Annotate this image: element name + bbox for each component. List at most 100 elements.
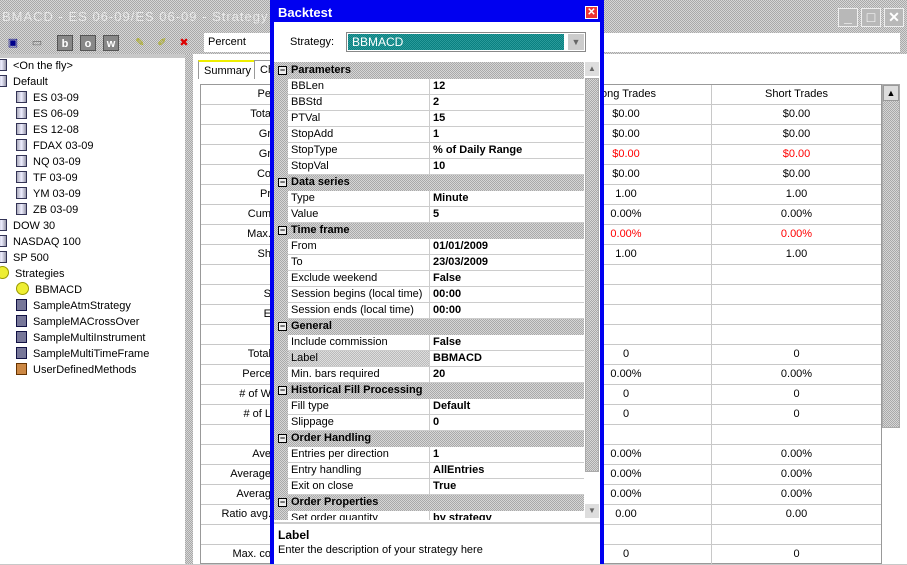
collapse-icon[interactable]: − — [278, 178, 287, 187]
grid-category[interactable]: − Order Properties — [274, 495, 584, 511]
property-value[interactable]: Minute — [430, 191, 584, 207]
property-value[interactable]: False — [430, 335, 584, 351]
delete-strategy-icon[interactable]: ✖ — [176, 35, 192, 51]
property-value[interactable]: 15 — [430, 111, 584, 127]
tree-item[interactable]: NQ 03-09 — [16, 154, 81, 170]
table-scrollbar[interactable]: ▲ — [882, 84, 900, 428]
grid-property[interactable]: BBLen 12 — [274, 79, 584, 95]
tree-item[interactable]: ES 06-09 — [16, 106, 79, 122]
grid-property[interactable]: Type Minute — [274, 191, 584, 207]
property-value[interactable]: 00:00 — [430, 303, 584, 319]
tree-item[interactable]: NASDAQ 100 — [0, 234, 81, 250]
o-button[interactable]: o — [80, 35, 96, 51]
property-value[interactable]: 1 — [430, 447, 584, 463]
tab-summary[interactable]: Summary — [198, 60, 258, 79]
grid-category[interactable]: − General — [274, 319, 584, 335]
grid-property[interactable]: Entries per direction 1 — [274, 447, 584, 463]
property-value[interactable]: AllEntries — [430, 463, 584, 479]
property-value[interactable]: BBMACD — [430, 351, 584, 367]
grid-scrollbar[interactable]: ▲ ▼ — [584, 62, 600, 520]
tree-item[interactable]: <On the fly> — [0, 58, 73, 74]
grid-property[interactable]: Include commission False — [274, 335, 584, 351]
property-value[interactable]: True — [430, 479, 584, 495]
tree-item[interactable]: SampleMultiInstrument — [16, 330, 146, 346]
save-icon[interactable]: ▣ — [5, 35, 21, 51]
property-value[interactable]: Default — [430, 399, 584, 415]
scroll-up-icon[interactable]: ▲ — [585, 62, 599, 76]
b-button[interactable]: b — [57, 35, 73, 51]
grid-property[interactable]: Entry handling AllEntries — [274, 463, 584, 479]
collapse-icon[interactable]: − — [278, 66, 287, 75]
chevron-down-icon[interactable]: ▼ — [568, 34, 584, 50]
property-value[interactable]: 00:00 — [430, 287, 584, 303]
property-value[interactable]: 01/01/2009 — [430, 239, 584, 255]
grid-property[interactable]: StopAdd 1 — [274, 127, 584, 143]
tree-item[interactable]: FDAX 03-09 — [16, 138, 94, 154]
column-header[interactable]: Short Trades — [711, 85, 881, 105]
tree-item[interactable]: Strategies — [0, 266, 65, 282]
grid-property[interactable]: StopVal 10 — [274, 159, 584, 175]
grid-category[interactable]: − Data series — [274, 175, 584, 191]
tree-item[interactable]: ZB 03-09 — [16, 202, 78, 218]
scroll-thumb[interactable] — [585, 78, 599, 472]
grid-property[interactable]: Label BBMACD — [274, 351, 584, 367]
property-value[interactable]: 1 — [430, 127, 584, 143]
grid-property[interactable]: Set order quantity by strategy — [274, 511, 584, 520]
property-value[interactable]: 0 — [430, 415, 584, 431]
scroll-up-icon[interactable]: ▲ — [883, 85, 899, 101]
grid-category[interactable]: − Parameters — [274, 63, 584, 79]
tree-item[interactable]: ES 03-09 — [16, 90, 79, 106]
property-value[interactable]: 23/03/2009 — [430, 255, 584, 271]
collapse-icon[interactable]: − — [278, 386, 287, 395]
tree-item[interactable]: DOW 30 — [0, 218, 55, 234]
tree-item[interactable]: Default — [0, 74, 48, 90]
strategy-select[interactable]: BBMACD ▼ — [346, 32, 586, 52]
grid-property[interactable]: Session begins (local time) 00:00 — [274, 287, 584, 303]
splitter[interactable] — [185, 54, 193, 564]
tree-item[interactable]: ES 12-08 — [16, 122, 79, 138]
grid-property[interactable]: Slippage 0 — [274, 415, 584, 431]
collapse-icon[interactable]: − — [278, 322, 287, 331]
collapse-icon[interactable]: − — [278, 226, 287, 235]
strategy-icon[interactable]: ✎ — [132, 35, 148, 51]
close-button[interactable]: ✕ — [884, 8, 904, 27]
maximize-button[interactable]: □ — [861, 8, 881, 27]
grid-property[interactable]: Exclude weekend False — [274, 271, 584, 287]
grid-property[interactable]: Session ends (local time) 00:00 — [274, 303, 584, 319]
grid-property[interactable]: Fill type Default — [274, 399, 584, 415]
collapse-icon[interactable]: − — [278, 498, 287, 507]
tree-item[interactable]: SampleMACrossOver — [16, 314, 139, 330]
tree-item[interactable]: SP 500 — [0, 250, 49, 266]
grid-property[interactable]: From 01/01/2009 — [274, 239, 584, 255]
tree-item[interactable]: TF 03-09 — [16, 170, 78, 186]
property-value[interactable]: 10 — [430, 159, 584, 175]
property-value[interactable]: False — [430, 271, 584, 287]
property-value[interactable]: 2 — [430, 95, 584, 111]
property-value[interactable]: by strategy — [430, 511, 584, 520]
column-header[interactable]: Pe — [201, 88, 271, 100]
grid-property[interactable]: BBStd 2 — [274, 95, 584, 111]
grid-property[interactable]: Value 5 — [274, 207, 584, 223]
grid-category[interactable]: − Historical Fill Processing — [274, 383, 584, 399]
dialog-close-button[interactable]: ✕ — [585, 6, 598, 19]
grid-property[interactable]: StopType% of Daily Range — [274, 143, 584, 159]
tree-item[interactable]: UserDefinedMethods — [16, 362, 136, 378]
grid-property[interactable]: PTVal 15 — [274, 111, 584, 127]
grid-property[interactable]: Min. bars required 20 — [274, 367, 584, 383]
property-value[interactable]: 12 — [430, 79, 584, 95]
grid-category[interactable]: − Order Handling — [274, 431, 584, 447]
scroll-down-icon[interactable]: ▼ — [585, 504, 599, 518]
grid-category[interactable]: − Time frame — [274, 223, 584, 239]
property-value[interactable]: % of Daily Range — [430, 143, 584, 159]
minimize-button[interactable]: _ — [838, 8, 858, 27]
w-button[interactable]: w — [103, 35, 119, 51]
tree-item[interactable]: SampleMultiTimeFrame — [16, 346, 149, 362]
edit-strategy-icon[interactable]: ✐ — [154, 35, 170, 51]
grid-property[interactable]: Exit on close True — [274, 479, 584, 495]
window-icon[interactable]: ▭ — [29, 35, 45, 51]
property-value[interactable]: 5 — [430, 207, 584, 223]
tree-item[interactable]: SampleAtmStrategy — [16, 298, 131, 314]
tree-item[interactable]: YM 03-09 — [16, 186, 81, 202]
collapse-icon[interactable]: − — [278, 434, 287, 443]
property-value[interactable]: 20 — [430, 367, 584, 383]
